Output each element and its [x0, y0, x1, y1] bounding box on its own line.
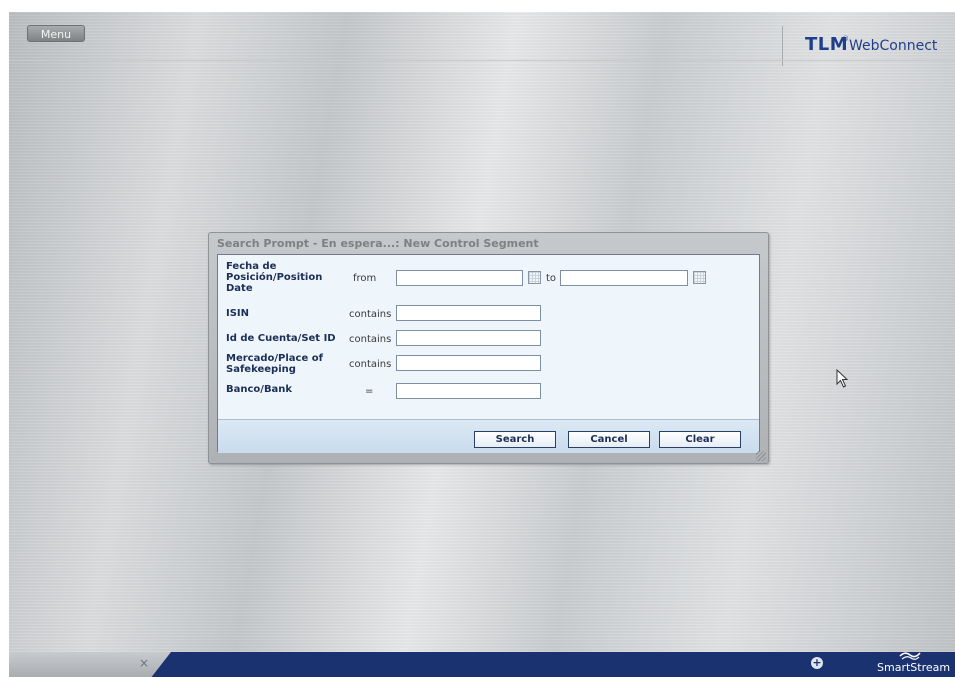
smartstream-logo-text: SmartStream — [877, 661, 951, 674]
mouse-cursor-icon — [836, 369, 849, 388]
add-tab-icon[interactable]: + — [811, 657, 823, 669]
operator-contains-isin: contains — [349, 309, 392, 320]
calendar-to-icon[interactable] — [693, 271, 706, 284]
operator-equals-bank: = — [365, 386, 374, 397]
dialog-body: Fecha de Posición/Position Date from to … — [217, 254, 760, 453]
field-label-position-date: Fecha de Posición/Position Date — [226, 261, 323, 294]
range-separator-to: to — [546, 273, 557, 284]
position-date-to-input[interactable] — [560, 270, 688, 286]
operator-contains-set-id: contains — [349, 334, 392, 345]
close-icon[interactable]: × — [139, 656, 149, 670]
menu-button[interactable]: Menu — [27, 25, 85, 42]
resize-grip-icon[interactable] — [756, 451, 766, 461]
operator-from: from — [353, 273, 377, 284]
app-frame: Menu TLM ® WebConnect Search Prompt - En… — [9, 12, 955, 677]
bottom-taskbar: × + SmartStream — [9, 652, 955, 677]
clear-button[interactable]: Clear — [659, 431, 741, 448]
cancel-button[interactable]: Cancel — [568, 431, 650, 448]
dialog-title: Search Prompt - En espera...: New Contro… — [217, 237, 539, 250]
set-id-input[interactable] — [396, 330, 541, 346]
task-tab[interactable]: × — [9, 652, 171, 677]
field-label-set-id: Id de Cuenta/Set ID — [226, 333, 336, 344]
search-prompt-dialog: Search Prompt - En espera...: New Contro… — [208, 232, 769, 464]
brand-secondary: WebConnect — [849, 38, 938, 54]
smartstream-wave-icon — [899, 652, 921, 660]
isin-input[interactable] — [396, 305, 541, 321]
brand-registered-mark: ® — [842, 35, 849, 43]
field-label-isin: ISIN — [226, 308, 250, 319]
field-label-bank: Banco/Bank — [226, 384, 293, 395]
search-button[interactable]: Search — [474, 431, 556, 448]
dialog-button-bar: Search Cancel Clear — [218, 419, 759, 453]
smartstream-logo: SmartStream — [877, 650, 953, 677]
calendar-from-icon[interactable] — [528, 271, 541, 284]
header-divider — [9, 60, 955, 61]
bank-input[interactable] — [396, 383, 541, 399]
operator-contains-place: contains — [349, 359, 392, 370]
position-date-from-input[interactable] — [396, 270, 523, 286]
place-of-safekeeping-input[interactable] — [396, 355, 541, 371]
workspace-background: Menu TLM ® WebConnect Search Prompt - En… — [9, 12, 955, 652]
field-label-place-of-safekeeping: Mercado/Place of Safekeeping — [226, 353, 323, 375]
